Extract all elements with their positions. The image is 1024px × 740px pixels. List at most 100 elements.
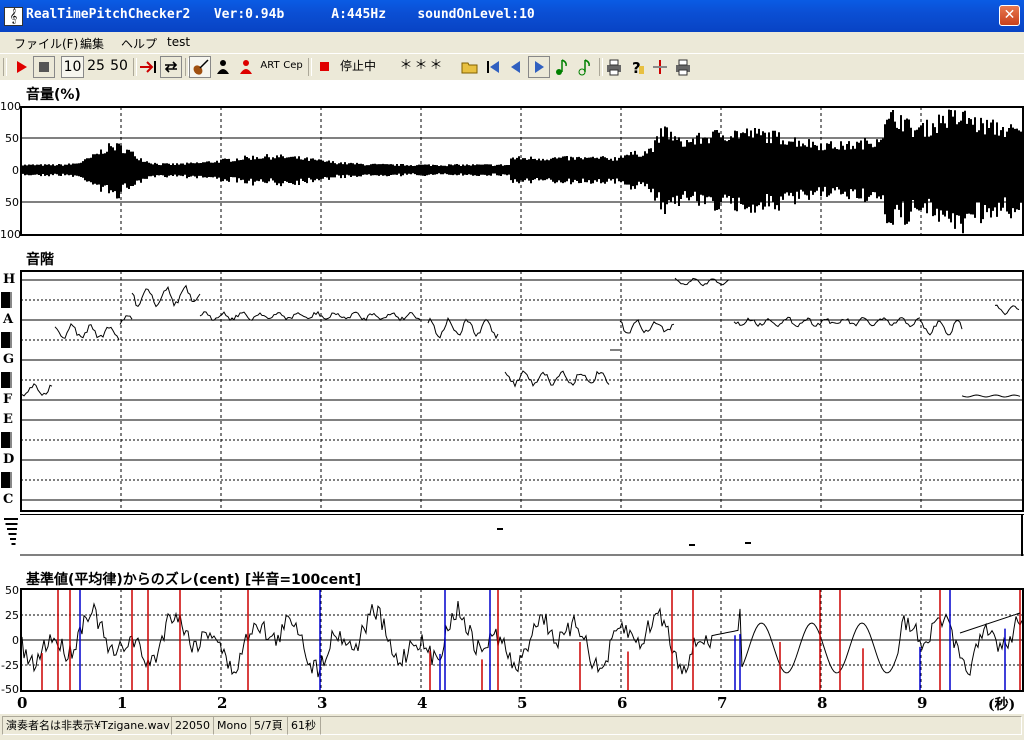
note-label-f: F [3,392,13,407]
first-page-button[interactable] [482,56,504,78]
deviation-ylabel: 25 [5,609,19,622]
next-page-button[interactable] [528,56,550,78]
toolbar-separator [3,58,7,76]
stop-icon [39,62,49,72]
arrow-left-icon [511,61,520,73]
cep-button[interactable]: Cep [282,56,304,78]
violin-button[interactable] [189,56,211,78]
treble-clef-icon[interactable]: 𝄞 [4,7,23,26]
printer-setup-icon [676,59,690,76]
strip-tick [5,523,18,525]
x-tick: 6 [617,694,628,712]
note-label-a: A [3,312,14,327]
note-label-d: D [3,452,15,467]
title-bar[interactable]: 𝄞 RealTimePitchChecker2 Ver:0.94b A:445H… [0,0,1024,32]
x-tick: 8 [817,694,828,712]
singer-red-button[interactable] [235,56,257,78]
window-title: RealTimePitchChecker2 Ver:0.94b A:445Hz … [26,7,535,22]
onset-strip [4,514,1024,556]
deviation-trace [20,588,1024,692]
status-channels: Mono [213,716,251,735]
pitch-display: ＊＊＊ [399,58,445,73]
x-tick: 5 [517,694,528,712]
menu-test[interactable]: test [167,35,190,49]
loop-button[interactable] [160,56,182,78]
volume-ylabel: 0 [12,164,19,177]
x-tick: 4 [417,694,428,712]
split-icon [653,60,667,74]
menu-file[interactable]: ファイル(F) [14,35,78,52]
note-label-h: H [3,272,16,287]
status-file: 演奏者名は非表示¥Tzigane.wav [2,716,172,735]
speed-25-button[interactable]: 25 [85,56,107,78]
strip-tick [10,538,16,540]
singer-button[interactable] [212,56,234,78]
jump-end-button[interactable] [137,56,159,78]
volume-ylabel: 100 [0,228,21,241]
print-setup-button[interactable] [672,56,694,78]
volume-title: 音量(%) [26,87,81,103]
folder-open-icon [461,62,478,74]
black-key [1,372,12,388]
note-green-button[interactable] [551,56,573,78]
strip-mark [497,528,503,530]
note-label-c: C [3,492,14,507]
note-label-g: G [3,352,15,367]
status-duration: 61秒 [287,716,321,735]
strip-mark [745,542,751,544]
deviation-ylabel: -25 [1,659,19,672]
strip-tick [8,533,17,535]
status-page: 5/7頁 [250,716,288,735]
status-bar: 演奏者名は非表示¥Tzigane.wav 22050 Mono 5/7頁 61秒 [0,714,1024,736]
play-icon [17,61,27,73]
help-question-icon: ? [632,59,644,77]
x-axis-unit: (秒) [988,697,1016,713]
stop-button[interactable] [33,56,55,78]
music-note-icon [556,59,567,75]
deviation-title: 基準値(平均律)からのズレ(cent) [半音=100cent] [26,572,362,588]
prev-page-button[interactable] [505,56,527,78]
stop-red-icon [320,62,329,71]
art-button[interactable]: ART [259,56,281,78]
pitch-title: 音階 [26,252,54,268]
strip-tick [11,543,16,545]
menu-edit[interactable]: 編集 [80,35,104,52]
pitch-trace [20,270,1024,512]
black-key [1,472,12,488]
menu-help[interactable]: ヘルプ [121,35,157,52]
black-key [1,292,12,308]
volume-ylabel: 100 [0,100,21,113]
printer-icon [607,59,621,76]
toolbar: 10 25 50 ART Cep 停止中 ＊＊＊ ? [0,53,1024,81]
status-indicator: 停止中 [316,56,380,78]
deviation-ylabel: 50 [5,584,19,597]
plot-frame [20,270,1024,512]
menu-bar: ファイル(F) 編集 ヘルプ test [0,32,1024,52]
strip-tick [7,528,17,530]
deviation-ylabel: 0 [12,634,19,647]
note-outline-button[interactable] [574,56,596,78]
black-key [1,432,12,448]
print-button[interactable] [603,56,625,78]
status-empty [320,716,1022,735]
violin-icon [193,59,209,75]
volume-ylabel: 50 [5,196,19,209]
person-icon [217,60,229,74]
close-button[interactable]: ✕ [999,5,1020,26]
arrow-to-bar-icon [140,61,156,73]
play-button[interactable] [10,56,32,78]
speed-10-button[interactable]: 10 [61,56,84,78]
arrow-right-icon [535,61,544,73]
x-tick: 9 [917,694,928,712]
volume-waveform [20,106,1024,236]
x-tick: 7 [717,694,728,712]
strip-mark [689,544,695,546]
note-label-e: E [3,412,13,427]
speed-50-button[interactable]: 50 [108,56,130,78]
split-view-button[interactable] [649,56,671,78]
skip-back-icon [487,61,499,73]
open-folder-button[interactable] [459,56,481,78]
help-button[interactable]: ? [626,56,648,78]
volume-ylabel: 50 [5,132,19,145]
x-tick: 1 [117,694,128,712]
